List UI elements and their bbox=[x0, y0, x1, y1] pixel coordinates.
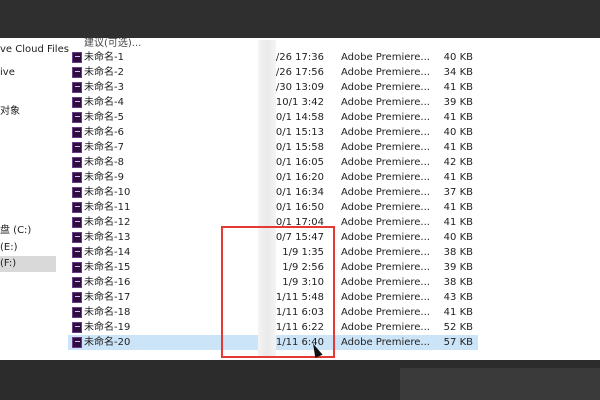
file-size: 39 KB bbox=[443, 97, 473, 108]
file-type: Adobe Premiere... bbox=[341, 277, 430, 288]
file-type: Adobe Premiere... bbox=[341, 127, 430, 138]
file-type: Adobe Premiere... bbox=[341, 142, 430, 153]
file-size: 42 KB bbox=[443, 157, 473, 168]
file-type: Adobe Premiere... bbox=[341, 217, 430, 228]
premiere-project-icon bbox=[72, 157, 82, 168]
file-size: 34 KB bbox=[443, 67, 473, 78]
premiere-project-icon bbox=[72, 337, 82, 348]
file-name: 未命名-1 bbox=[84, 52, 124, 63]
nav-item-creative-cloud-files[interactable]: ve Cloud Files bbox=[0, 42, 69, 58]
premiere-project-icon bbox=[72, 232, 82, 243]
file-type: Adobe Premiere... bbox=[341, 322, 430, 333]
file-name: 未命名-6 bbox=[84, 127, 124, 138]
file-size: 40 KB bbox=[443, 52, 473, 63]
file-size: 41 KB bbox=[443, 217, 473, 228]
premiere-project-icon bbox=[72, 82, 82, 93]
file-name: 未命名-5 bbox=[84, 112, 124, 123]
bottom-frame bbox=[0, 360, 600, 400]
file-type: Adobe Premiere... bbox=[341, 67, 430, 78]
file-name: 未命名-2 bbox=[84, 67, 124, 78]
file-name: 未命名-8 bbox=[84, 157, 124, 168]
file-size: 39 KB bbox=[443, 262, 473, 273]
header-fragment: 建议(可选)... bbox=[84, 38, 142, 49]
file-size: 52 KB bbox=[443, 322, 473, 333]
file-type: Adobe Premiere... bbox=[341, 112, 430, 123]
bottom-frame-panel bbox=[400, 368, 600, 400]
highlight-box bbox=[221, 226, 335, 358]
file-type: Adobe Premiere... bbox=[341, 157, 430, 168]
premiere-project-icon bbox=[72, 307, 82, 318]
file-name: 未命名-18 bbox=[84, 307, 131, 318]
file-name: 未命名-9 bbox=[84, 172, 124, 183]
nav-item-drive-c[interactable]: 盘 (C:) bbox=[0, 223, 31, 239]
file-size: 43 KB bbox=[443, 292, 473, 303]
file-name: 未命名-20 bbox=[84, 337, 131, 348]
file-size: 57 KB bbox=[443, 337, 473, 348]
file-type: Adobe Premiere... bbox=[341, 292, 430, 303]
navigation-pane: ve Cloud Files ive 对象 盘 (C:) (E:) (F:) bbox=[0, 38, 69, 364]
premiere-project-icon bbox=[72, 172, 82, 183]
file-name: 未命名-7 bbox=[84, 142, 124, 153]
file-name: 未命名-16 bbox=[84, 277, 131, 288]
file-name: 未命名-3 bbox=[84, 82, 124, 93]
file-type: Adobe Premiere... bbox=[341, 337, 430, 348]
premiere-project-icon bbox=[72, 142, 82, 153]
premiere-project-icon bbox=[72, 262, 82, 273]
file-name: 未命名-14 bbox=[84, 247, 131, 258]
file-size: 41 KB bbox=[443, 307, 473, 318]
file-type: Adobe Premiere... bbox=[341, 97, 430, 108]
file-name: 未命名-10 bbox=[84, 187, 131, 198]
premiere-project-icon bbox=[72, 187, 82, 198]
file-name: 未命名-13 bbox=[84, 232, 131, 243]
premiere-project-icon bbox=[72, 127, 82, 138]
premiere-project-icon bbox=[72, 247, 82, 258]
file-type: Adobe Premiere... bbox=[341, 202, 430, 213]
nav-item-drive-f[interactable]: (F:) bbox=[0, 256, 56, 272]
file-size: 37 KB bbox=[443, 187, 473, 198]
file-size: 38 KB bbox=[443, 247, 473, 258]
file-type: Adobe Premiere... bbox=[341, 232, 430, 243]
file-size: 41 KB bbox=[443, 202, 473, 213]
file-size: 41 KB bbox=[443, 82, 473, 93]
file-size: 40 KB bbox=[443, 232, 473, 243]
file-size: 41 KB bbox=[443, 142, 473, 153]
premiere-project-icon bbox=[72, 67, 82, 78]
file-size: 38 KB bbox=[443, 277, 473, 288]
file-size: 41 KB bbox=[443, 112, 473, 123]
file-name: 未命名-11 bbox=[84, 202, 131, 213]
file-type: Adobe Premiere... bbox=[341, 172, 430, 183]
premiere-project-icon bbox=[72, 97, 82, 108]
file-type: Adobe Premiere... bbox=[341, 52, 430, 63]
file-size: 41 KB bbox=[443, 172, 473, 183]
file-size: 40 KB bbox=[443, 127, 473, 138]
file-name: 未命名-17 bbox=[84, 292, 131, 303]
file-name: 未命名-15 bbox=[84, 262, 131, 273]
file-name: 未命名-19 bbox=[84, 322, 131, 333]
file-type: Adobe Premiere... bbox=[341, 307, 430, 318]
nav-item-3d-objects[interactable]: 对象 bbox=[0, 104, 20, 120]
premiere-project-icon bbox=[72, 292, 82, 303]
premiere-project-icon bbox=[72, 52, 82, 63]
premiere-project-icon bbox=[72, 277, 82, 288]
file-name: 未命名-12 bbox=[84, 217, 131, 228]
file-type: Adobe Premiere... bbox=[341, 247, 430, 258]
file-type: Adobe Premiere... bbox=[341, 187, 430, 198]
premiere-project-icon bbox=[72, 322, 82, 333]
file-type: Adobe Premiere... bbox=[341, 82, 430, 93]
premiere-project-icon bbox=[72, 112, 82, 123]
file-name: 未命名-4 bbox=[84, 97, 124, 108]
file-type: Adobe Premiere... bbox=[341, 262, 430, 273]
premiere-project-icon bbox=[72, 217, 82, 228]
nav-item-onedrive[interactable]: ive bbox=[0, 65, 15, 81]
nav-item-drive-e[interactable]: (E:) bbox=[0, 240, 18, 256]
premiere-project-icon bbox=[72, 202, 82, 213]
